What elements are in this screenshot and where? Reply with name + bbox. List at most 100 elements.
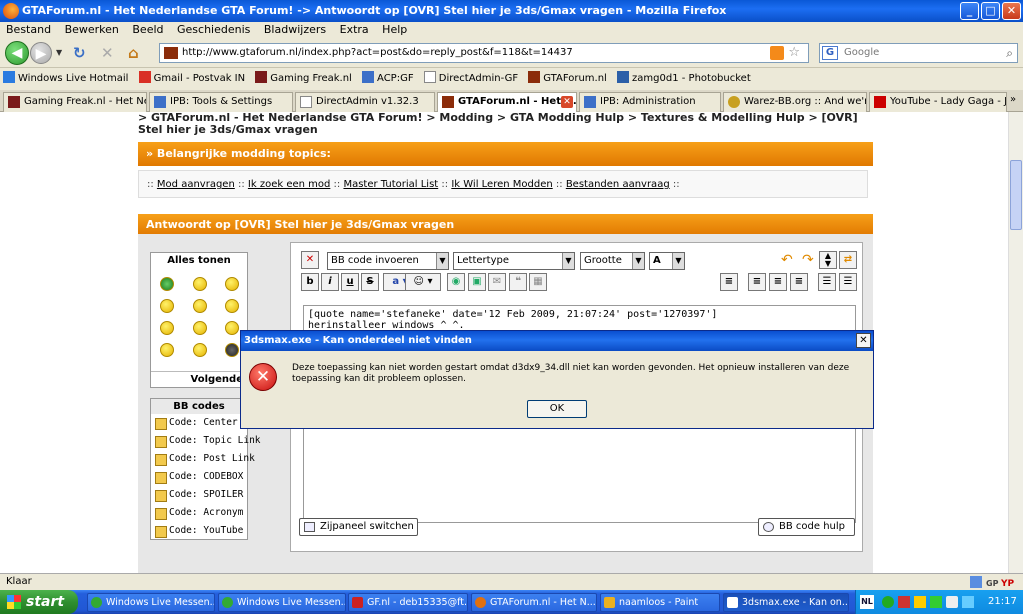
bold-icon[interactable]: b xyxy=(301,273,319,291)
bbcode-help-button[interactable]: BB code hulp xyxy=(758,518,855,536)
emoticon-icon[interactable] xyxy=(193,299,207,313)
strike-icon[interactable]: S xyxy=(361,273,379,291)
emoticon-icon[interactable] xyxy=(160,277,174,291)
tab-gaming-freak[interactable]: Gaming Freak.nl - Het Ne... xyxy=(3,92,147,112)
bbcode-center[interactable]: Code: Center xyxy=(155,415,243,431)
google-icon[interactable]: G xyxy=(822,46,838,60)
tab-list-icon[interactable]: » xyxy=(1010,94,1016,105)
task-wlm-1[interactable]: Windows Live Messen... xyxy=(87,593,215,612)
menu-beeld[interactable]: Beeld xyxy=(126,22,167,38)
align-right-icon[interactable]: ≡ xyxy=(790,273,808,291)
page-scrollbar[interactable] xyxy=(1008,112,1023,573)
next-emoticons-link[interactable]: Volgende xyxy=(151,371,247,387)
quote-icon[interactable]: ❝ xyxy=(509,273,527,291)
ok-button[interactable]: OK xyxy=(527,400,587,418)
show-all-link[interactable]: Alles tonen xyxy=(151,253,247,268)
scrollbar-thumb[interactable] xyxy=(1010,160,1022,230)
emoticon-icon[interactable] xyxy=(225,321,239,335)
menu-geschiedenis[interactable]: Geschiedenis xyxy=(171,22,254,38)
link-mod-aanvragen[interactable]: Mod aanvragen xyxy=(157,179,235,190)
menu-help[interactable]: Help xyxy=(376,22,411,38)
undo-icon[interactable]: ↶ xyxy=(781,252,793,268)
tab-warez-bb[interactable]: Warez-BB.org :: And we'r... xyxy=(723,92,867,112)
tab-youtube[interactable]: YouTube - Lady Gaga - J... xyxy=(869,92,1007,112)
close-button[interactable]: ✕ xyxy=(1002,2,1021,20)
breadcrumb[interactable]: > GTAForum.nl - Het Nederlandse GTA Foru… xyxy=(138,112,878,136)
stop-icon[interactable]: ✕ xyxy=(101,44,114,62)
menu-bestand[interactable]: Bestand xyxy=(0,22,55,38)
tray-icon[interactable] xyxy=(898,596,910,608)
size-select[interactable]: Grootte ▼ xyxy=(580,252,645,270)
underline-icon[interactable]: u xyxy=(341,273,359,291)
side-panel-toggle-button[interactable]: Zijpaneel switchen xyxy=(299,518,418,536)
tray-icon[interactable] xyxy=(930,596,942,608)
emoticon-icon[interactable] xyxy=(160,343,174,357)
task-wlm-2[interactable]: Windows Live Messen... xyxy=(218,593,346,612)
close-tab-icon[interactable]: ✕ xyxy=(561,96,573,108)
back-button[interactable]: ◀ xyxy=(5,41,29,65)
menu-extra[interactable]: Extra xyxy=(334,22,373,38)
bullet-list-icon[interactable]: ☰ xyxy=(818,273,836,291)
task-3dsmax-dialog[interactable]: 3dsmax.exe - Kan on... xyxy=(723,593,849,612)
image-icon[interactable]: ▣ xyxy=(468,273,486,291)
bbcode-select[interactable]: BB code invoeren ▼ xyxy=(327,252,449,270)
maximize-button[interactable]: □ xyxy=(981,2,1000,20)
link-bestanden-aanvraag[interactable]: Bestanden aanvraag xyxy=(566,179,670,190)
numbered-list-icon[interactable]: ☰ xyxy=(839,273,857,291)
bbcode-spoiler[interactable]: Code: SPOILER xyxy=(155,487,243,503)
bookmark-gmail[interactable]: Gmail - Postvak IN xyxy=(136,68,250,90)
link-ik-wil-leren-modden[interactable]: Ik Wil Leren Modden xyxy=(451,179,552,190)
rss-icon[interactable] xyxy=(770,46,784,60)
dialog-close-button[interactable]: ✕ xyxy=(856,333,871,348)
reload-icon[interactable]: ↻ xyxy=(73,44,86,62)
code-icon[interactable]: ▦ xyxy=(529,273,547,291)
start-button[interactable]: start xyxy=(0,590,78,614)
clock[interactable]: 21:17 xyxy=(988,590,1017,614)
bbcode-acronym[interactable]: Code: Acronym xyxy=(155,505,243,521)
url-bar[interactable]: http://www.gtaforum.nl/index.php?act=pos… xyxy=(159,43,809,63)
emoticon-icon[interactable] xyxy=(225,343,239,357)
bookmark-gaming-freak[interactable]: Gaming Freak.nl xyxy=(252,68,356,90)
switch-editor-icon[interactable]: ⇄ xyxy=(839,251,857,269)
minimize-button[interactable]: _ xyxy=(960,2,979,20)
emoticon-icon[interactable] xyxy=(193,343,207,357)
star-icon[interactable]: ☆ xyxy=(788,44,800,62)
bbcode-codebox[interactable]: Code: CODEBOX xyxy=(155,469,243,485)
magnifier-icon[interactable]: ⌕ xyxy=(1006,44,1013,62)
bbcode-topic-link[interactable]: Code: Topic Link xyxy=(155,433,261,449)
emoticon-icon[interactable] xyxy=(160,299,174,313)
tab-gtaforum[interactable]: GTAForum.nl - Het N... ✕ xyxy=(437,92,577,113)
volume-icon[interactable] xyxy=(946,596,958,608)
task-firefox[interactable]: GTAForum.nl - Het N... xyxy=(471,593,597,612)
bookmark-hotmail[interactable]: Windows Live Hotmail xyxy=(0,68,132,90)
emoticon-dropdown-icon[interactable]: ☺ ▾ xyxy=(405,273,441,291)
redo-icon[interactable]: ↷ xyxy=(802,252,814,268)
indent-icon[interactable]: ≡ xyxy=(720,273,738,291)
emoticon-icon[interactable] xyxy=(193,321,207,335)
menu-bladwijzers[interactable]: Bladwijzers xyxy=(258,22,330,38)
email-icon[interactable]: ✉ xyxy=(488,273,506,291)
bookmark-directadmin[interactable]: DirectAdmin-GF xyxy=(421,68,522,90)
link-master-tutorial-list[interactable]: Master Tutorial List xyxy=(343,179,438,190)
link-ik-zoek-een-mod[interactable]: Ik zoek een mod xyxy=(248,179,330,190)
language-indicator[interactable]: NL xyxy=(860,595,874,609)
bookmark-acp-gf[interactable]: ACP:GF xyxy=(359,68,418,90)
resize-icon[interactable]: ▲ ▼ xyxy=(819,251,837,269)
messenger-tray-icon[interactable] xyxy=(882,596,894,608)
italic-icon[interactable]: i xyxy=(321,273,339,291)
font-select[interactable]: Lettertype ▼ xyxy=(453,252,575,270)
tab-ipb-admin[interactable]: IPB: Administration xyxy=(579,92,721,112)
emoticon-icon[interactable] xyxy=(160,321,174,335)
align-left-icon[interactable]: ≡ xyxy=(748,273,766,291)
emoticon-icon[interactable] xyxy=(225,299,239,313)
tab-ipb-tools[interactable]: IPB: Tools & Settings xyxy=(149,92,293,112)
tab-directadmin[interactable]: DirectAdmin v1.32.3 xyxy=(295,92,435,112)
emoticon-icon[interactable] xyxy=(225,277,239,291)
link-icon[interactable]: ◉ xyxy=(447,273,465,291)
tray-icon[interactable] xyxy=(914,596,926,608)
home-icon[interactable]: ⌂ xyxy=(128,44,139,62)
menu-bewerken[interactable]: Bewerken xyxy=(59,22,123,38)
bbcode-post-link[interactable]: Code: Post Link xyxy=(155,451,255,467)
bookmark-photobucket[interactable]: zamg0d1 - Photobucket xyxy=(614,68,755,90)
network-icon[interactable] xyxy=(962,596,974,608)
